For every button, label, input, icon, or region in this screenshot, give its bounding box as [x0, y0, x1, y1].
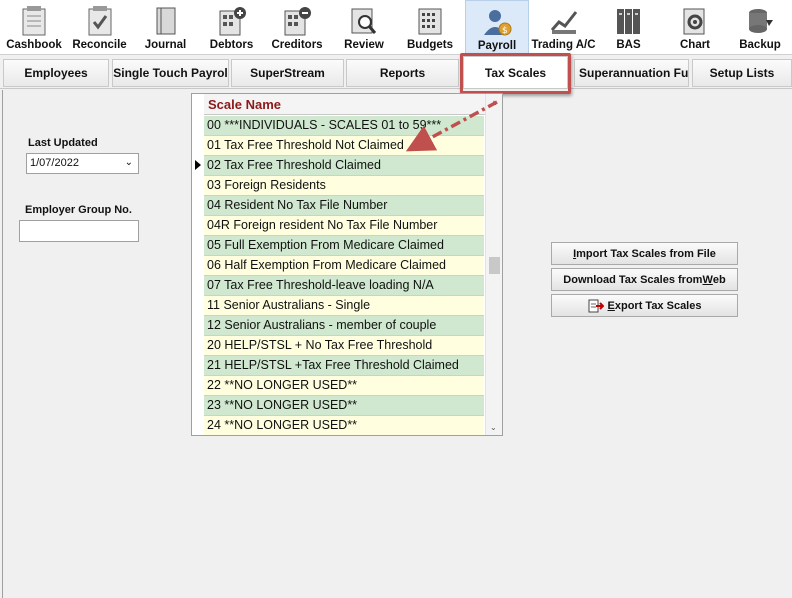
table-row[interactable]: 22 **NO LONGER USED** [204, 376, 484, 396]
svg-text:$: $ [502, 26, 508, 36]
bas-icon [614, 6, 644, 36]
payroll-icon: $ [482, 7, 512, 37]
toolbar-label: Journal [144, 39, 187, 51]
scrollbar-thumb[interactable] [489, 257, 500, 274]
table-row[interactable]: 00 ***INDIVIDUALS - SCALES 01 to 59*** [204, 116, 484, 136]
toolbar-label: Payroll [477, 40, 517, 52]
toolbar-payroll-button[interactable]: $ Payroll [465, 0, 529, 55]
table-row[interactable]: 01 Tax Free Threshold Not Claimed [204, 136, 484, 156]
toolbar-budgets-button[interactable]: Budgets [398, 0, 462, 55]
chevron-down-icon: ⌄ [124, 157, 133, 168]
toolbar-label: Trading A/C [531, 39, 596, 51]
budgets-icon [415, 6, 445, 36]
export-label-post: xport Tax Scales [614, 299, 702, 312]
scroll-up-icon[interactable]: ▲ [490, 98, 498, 107]
main-toolbar: Cashbook Reconcile Journal Debtors Credi… [0, 0, 792, 55]
table-row[interactable]: 20 HELP/STSL + No Tax Free Threshold [204, 336, 484, 356]
table-row[interactable]: 05 Full Exemption From Medicare Claimed [204, 236, 484, 256]
table-row[interactable]: 04R Foreign resident No Tax File Number [204, 216, 484, 236]
chart-icon [680, 6, 710, 36]
journal-icon [151, 6, 181, 36]
grid-vertical-scrollbar[interactable]: ▲ ⌄ [485, 94, 502, 435]
table-row[interactable]: 03 Foreign Residents [204, 176, 484, 196]
tab-employees[interactable]: Employees [3, 59, 109, 87]
table-row[interactable]: 23 **NO LONGER USED** [204, 396, 484, 416]
toolbar-creditors-button[interactable]: Creditors [265, 0, 329, 55]
tax-scales-grid: Scale Name 00 ***INDIVIDUALS - SCALES 01… [191, 93, 503, 436]
current-row-pointer-icon [195, 160, 201, 170]
review-icon [349, 6, 379, 36]
table-row[interactable]: 06 Half Exemption From Medicare Claimed [204, 256, 484, 276]
download-label-post: eb [712, 273, 726, 286]
download-tax-scales-button[interactable]: Download Tax Scales from Web [551, 268, 738, 291]
download-label-pre: Download Tax Scales from [563, 273, 703, 286]
toolbar-bas-button[interactable]: BAS [598, 0, 659, 55]
tab-single-touch-payroll[interactable]: Single Touch Payrol [112, 59, 229, 87]
tab-reports[interactable]: Reports [346, 59, 459, 87]
toolbar-label: Review [344, 39, 384, 51]
table-row[interactable]: 21 HELP/STSL +Tax Free Threshold Claimed [204, 356, 484, 376]
toolbar-label: Cashbook [6, 39, 62, 51]
export-icon [588, 299, 604, 313]
reconcile-icon [85, 6, 115, 36]
scroll-down-icon[interactable]: ⌄ [490, 423, 497, 432]
last-updated-value: 1/07/2022 [30, 157, 79, 169]
toolbar-review-button[interactable]: Review [332, 0, 396, 55]
toolbar-label: Backup [739, 39, 781, 51]
column-header-scale-name[interactable]: Scale Name [204, 94, 490, 115]
payroll-tab-bar: Employees Single Touch Payrol SuperStrea… [0, 56, 792, 89]
toolbar-label: Reconcile [72, 39, 127, 51]
toolbar-chart-button[interactable]: Chart [662, 0, 728, 55]
toolbar-label: Budgets [407, 39, 453, 51]
export-label-accel: E [607, 299, 615, 312]
last-updated-date-picker[interactable]: 1/07/2022 ⌄ [26, 153, 139, 174]
table-row[interactable]: 07 Tax Free Threshold-leave loading N/A [204, 276, 484, 296]
backup-icon [745, 6, 775, 36]
table-row[interactable]: 02 Tax Free Threshold Claimed [204, 156, 484, 176]
creditors-icon [282, 6, 312, 36]
tab-superstream[interactable]: SuperStream [231, 59, 344, 87]
toolbar-label: Debtors [209, 39, 254, 51]
toolbar-trading-button[interactable]: Trading A/C [531, 0, 596, 55]
toolbar-label: Creditors [271, 39, 323, 51]
toolbar-backup-button[interactable]: Backup [728, 0, 792, 55]
employer-group-input[interactable] [19, 220, 139, 242]
cashbook-icon [19, 6, 49, 36]
table-row[interactable]: 12 Senior Australians - member of couple [204, 316, 484, 336]
tab-superannuation-funds[interactable]: Superannuation Fun [574, 59, 689, 87]
toolbar-reconcile-button[interactable]: Reconcile [68, 0, 131, 55]
toolbar-label: Chart [679, 39, 711, 51]
toolbar-cashbook-button[interactable]: Cashbook [0, 0, 68, 55]
tab-setup-lists[interactable]: Setup Lists [692, 59, 792, 87]
table-row[interactable]: 11 Senior Australians - Single [204, 296, 484, 316]
toolbar-journal-button[interactable]: Journal [134, 0, 197, 55]
toolbar-label: BAS [616, 39, 641, 51]
toolbar-debtors-button[interactable]: Debtors [200, 0, 263, 55]
table-row[interactable]: 04 Resident No Tax File Number [204, 196, 484, 216]
trading-icon [549, 6, 579, 36]
debtors-icon [217, 6, 247, 36]
download-label-accel: W [702, 273, 713, 286]
employer-group-label: Employer Group No. [25, 204, 132, 216]
import-label-post: mport Tax Scales from File [576, 247, 716, 260]
tab-tax-scales[interactable]: Tax Scales [463, 56, 568, 88]
import-tax-scales-button[interactable]: Import Tax Scales from File [551, 242, 738, 265]
table-row[interactable]: 24 **NO LONGER USED** [204, 416, 484, 435]
last-updated-label: Last Updated [28, 137, 98, 149]
export-tax-scales-button[interactable]: Export Tax Scales [551, 294, 738, 317]
